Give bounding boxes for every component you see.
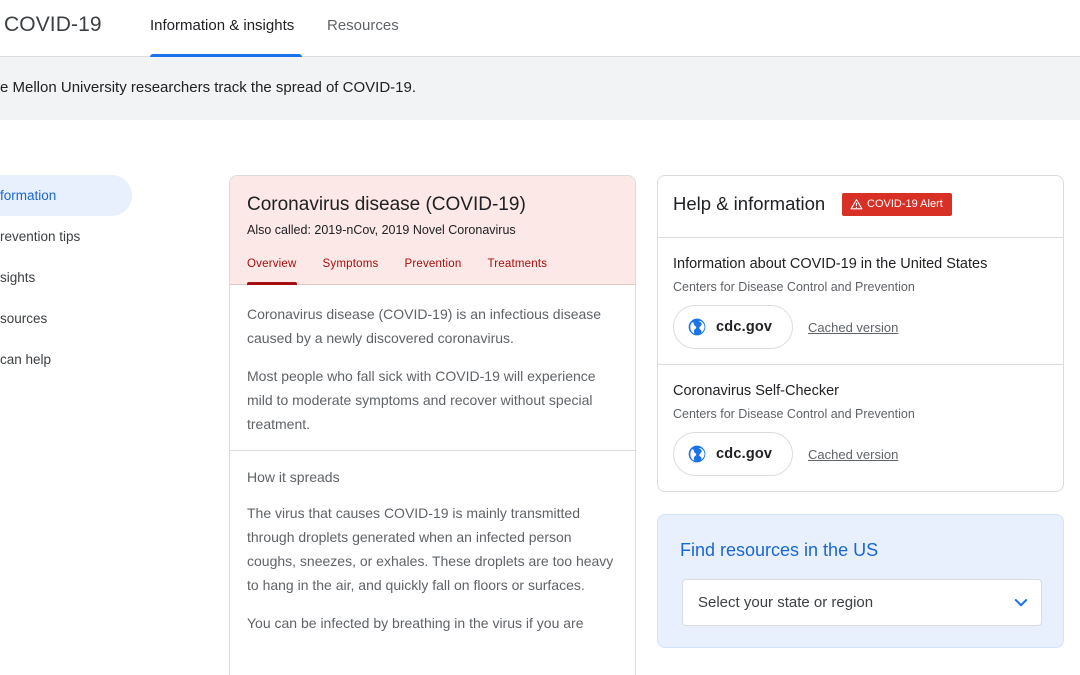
sidebar-item-information[interactable]: formation <box>0 175 132 216</box>
disease-aliases: Also called: 2019-nCov, 2019 Novel Coron… <box>247 223 516 237</box>
tab-resources[interactable]: Resources <box>327 0 399 57</box>
section-title-how-it-spreads: How it spreads <box>247 469 340 485</box>
tab-prevention[interactable]: Prevention <box>404 258 461 285</box>
disease-overview-card: Coronavirus disease (COVID-19) Also call… <box>229 175 636 675</box>
site-link-button[interactable]: cdc.gov <box>673 305 793 349</box>
overview-paragraph: Most people who fall sick with COVID-19 … <box>247 368 596 432</box>
find-resources-title: Find resources in the US <box>680 540 879 560</box>
sidebar-item-insights[interactable]: sights <box>0 257 135 298</box>
help-item-title[interactable]: Information about COVID-19 in the United… <box>673 256 987 272</box>
site-label: cdc.gov <box>716 319 773 335</box>
help-title: Help & information <box>673 193 826 214</box>
disease-card-header: Coronavirus disease (COVID-19) Also call… <box>230 176 635 285</box>
top-app-bar: COVID-19 Information & insights Resource… <box>0 0 1080 57</box>
help-item-source: Centers for Disease Control and Preventi… <box>673 407 915 421</box>
disease-title: Coronavirus disease (COVID-19) <box>247 194 526 215</box>
chevron-down-icon <box>1014 599 1028 607</box>
find-resources-card: Find resources in the US Select your sta… <box>657 514 1064 648</box>
sidebar-item-prevention-tips[interactable]: revention tips <box>0 216 135 257</box>
cached-version-link[interactable]: Cached version <box>808 320 898 335</box>
info-banner: e Mellon University researchers track th… <box>0 57 1080 120</box>
spread-paragraph: The virus that causes COVID-19 is mainly… <box>247 505 614 593</box>
alert-label: COVID-19 Alert <box>867 198 943 210</box>
help-information-card: Help & information COVID-19 Alert Inform… <box>657 175 1064 492</box>
tab-information-insights[interactable]: Information & insights <box>150 0 302 57</box>
disease-card-body: Coronavirus disease (COVID-19) is an inf… <box>230 285 635 635</box>
state-select-placeholder: Select your state or region <box>698 594 874 611</box>
help-item-source: Centers for Disease Control and Preventi… <box>673 280 915 294</box>
covid-alert-badge: COVID-19 Alert <box>842 193 952 216</box>
site-label: cdc.gov <box>716 446 773 462</box>
sidebar-nav: formation revention tips sights sources … <box>0 175 135 380</box>
globe-icon <box>688 318 706 336</box>
help-item-title[interactable]: Coronavirus Self-Checker <box>673 383 839 399</box>
help-item: Coronavirus Self-Checker Centers for Dis… <box>658 365 1063 491</box>
banner-text: e Mellon University researchers track th… <box>0 79 416 96</box>
help-card-header: Help & information COVID-19 Alert <box>658 176 1063 238</box>
tab-overview[interactable]: Overview <box>247 258 297 285</box>
help-item: Information about COVID-19 in the United… <box>658 238 1063 365</box>
brand-title: COVID-19 <box>4 13 102 36</box>
tab-symptoms[interactable]: Symptoms <box>323 258 379 285</box>
overview-paragraph: Coronavirus disease (COVID-19) is an inf… <box>247 306 602 346</box>
page: COVID-19 Information & insights Resource… <box>0 0 1080 675</box>
disease-tabs: Overview Symptoms Prevention Treatments <box>247 258 573 285</box>
sidebar-item-how-you-can-help[interactable]: can help <box>0 339 135 380</box>
tab-treatments[interactable]: Treatments <box>487 258 547 285</box>
cached-version-link[interactable]: Cached version <box>808 447 898 462</box>
state-region-select[interactable]: Select your state or region <box>682 579 1042 626</box>
warning-triangle-icon <box>850 199 863 210</box>
site-link-button[interactable]: cdc.gov <box>673 432 793 476</box>
sidebar-item-resources[interactable]: sources <box>0 298 135 339</box>
section-divider <box>230 450 635 451</box>
spread-paragraph: You can be infected by breathing in the … <box>247 615 584 631</box>
globe-icon <box>688 445 706 463</box>
